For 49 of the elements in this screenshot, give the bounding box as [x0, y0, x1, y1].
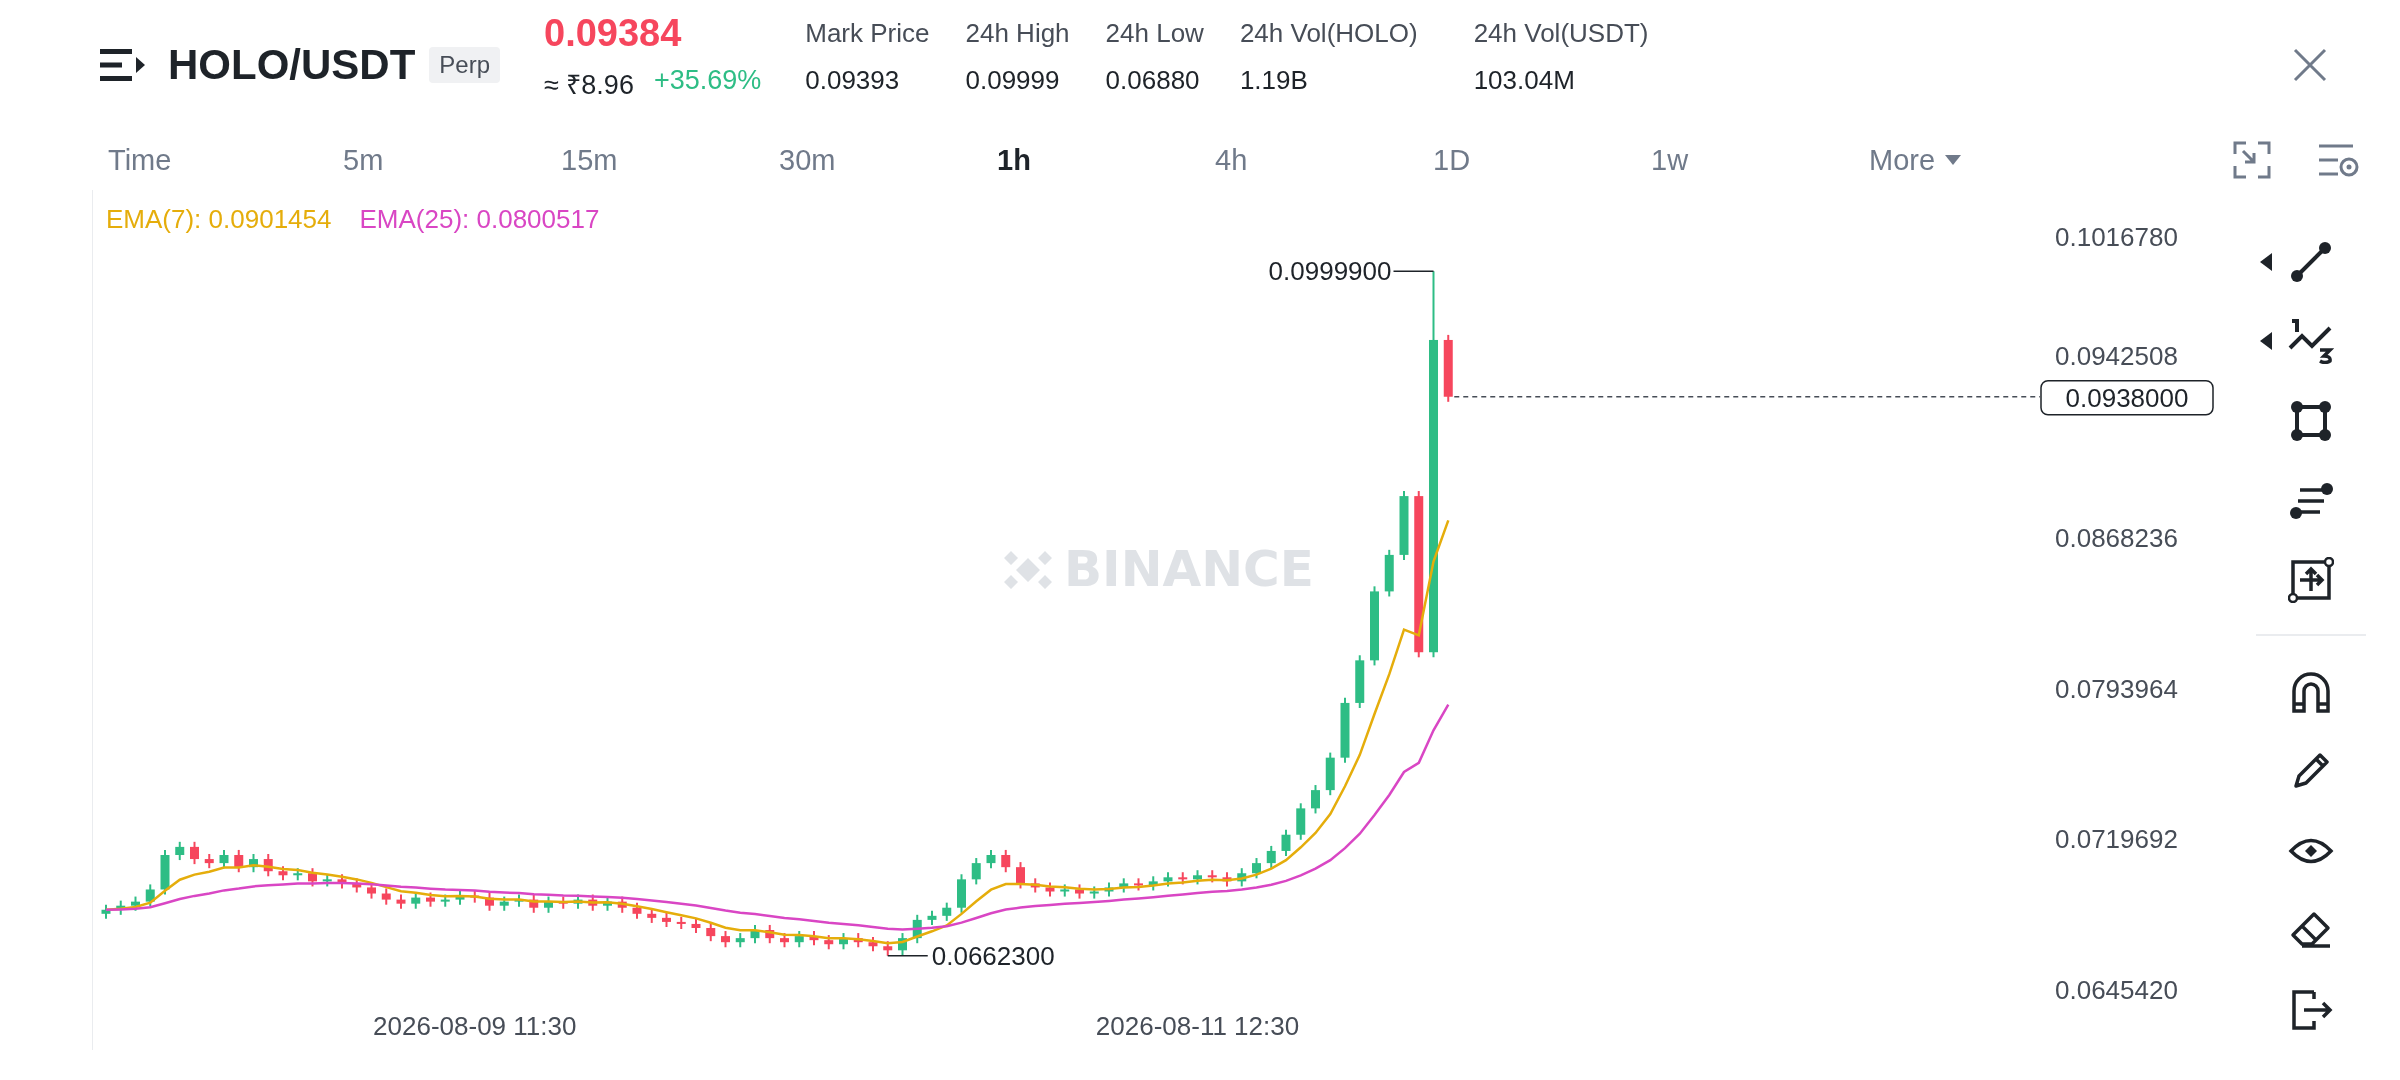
price-axis-label: 0.0793964: [2055, 673, 2178, 704]
caret-icon[interactable]: [2260, 252, 2272, 271]
collapse-icon[interactable]: [2232, 140, 2272, 180]
timeframe-tab[interactable]: 5m: [343, 143, 561, 177]
price-axis-label: 0.0719692: [2055, 824, 2178, 855]
close-icon[interactable]: [2292, 47, 2328, 83]
timeframe-tab[interactable]: 1h: [997, 143, 1215, 177]
last-price-tag: 0.0938000: [2040, 380, 2214, 416]
price-change: +35.69%: [653, 65, 762, 97]
stat-label: 24h High: [965, 18, 1070, 49]
stat-value: 0.06880: [1105, 65, 1201, 96]
fiat-price: ≈ ₹8.96: [544, 69, 634, 102]
price-axis-label: 0.1016780: [2055, 222, 2178, 252]
ema-legend: EMA(7): 0.0901454: [106, 204, 332, 235]
timeframe-tab[interactable]: 30m: [779, 143, 997, 177]
measure-icon[interactable]: [2288, 557, 2334, 604]
contract-tag: Perp: [429, 47, 501, 83]
timeframe-tab[interactable]: Time: [108, 143, 343, 177]
high-price-label: 0.0999900: [1268, 256, 1392, 287]
low-price-label: 0.0662300: [931, 940, 1055, 971]
leader-line: [887, 955, 929, 957]
menu-icon[interactable]: [100, 47, 146, 83]
stat-value: 1.19B: [1239, 65, 1309, 96]
caret-icon[interactable]: [2260, 332, 2272, 351]
ema-legend: EMA(25): 0.0800517: [359, 204, 600, 235]
stat-label: 24h Low: [1105, 18, 1204, 49]
caret-icon: [1945, 154, 1962, 166]
stat-value: 0.09393: [805, 65, 901, 96]
logo-icon: [1004, 551, 1052, 589]
price-axis-label: 0.0868236: [2055, 523, 2178, 554]
timeframe-tab[interactable]: 4h: [1215, 143, 1433, 177]
zigzag-icon[interactable]: [2288, 318, 2334, 365]
stat-value: 103.04M: [1473, 65, 1576, 96]
time-axis-label: 2026-08-09 11:30: [373, 1011, 577, 1041]
timeframe-tab[interactable]: 1D: [1433, 143, 1651, 177]
stat-value: 0.09999: [965, 65, 1061, 96]
stat-label: 24h Vol(HOLO): [1239, 18, 1418, 49]
last-price: 0.09384: [544, 12, 683, 55]
stat-label: 24h Vol(USDT): [1473, 18, 1649, 49]
timeframe-tab[interactable]: 15m: [561, 143, 779, 177]
leader-line: [1392, 270, 1435, 272]
timeframe-tab[interactable]: 1w: [1651, 143, 1869, 177]
price-axis-label: 0.0645420: [2055, 975, 2178, 1005]
time-axis-label: 2026-08-11 12:30: [1095, 1011, 1300, 1041]
rectangle-icon[interactable]: [2288, 398, 2334, 444]
symbol-title: HOLO/USDT: [168, 41, 416, 89]
price-axis-label: 0.0942508: [2055, 340, 2178, 371]
more-dropdown[interactable]: More: [1869, 143, 1962, 177]
stat-label: Mark Price: [805, 18, 930, 49]
